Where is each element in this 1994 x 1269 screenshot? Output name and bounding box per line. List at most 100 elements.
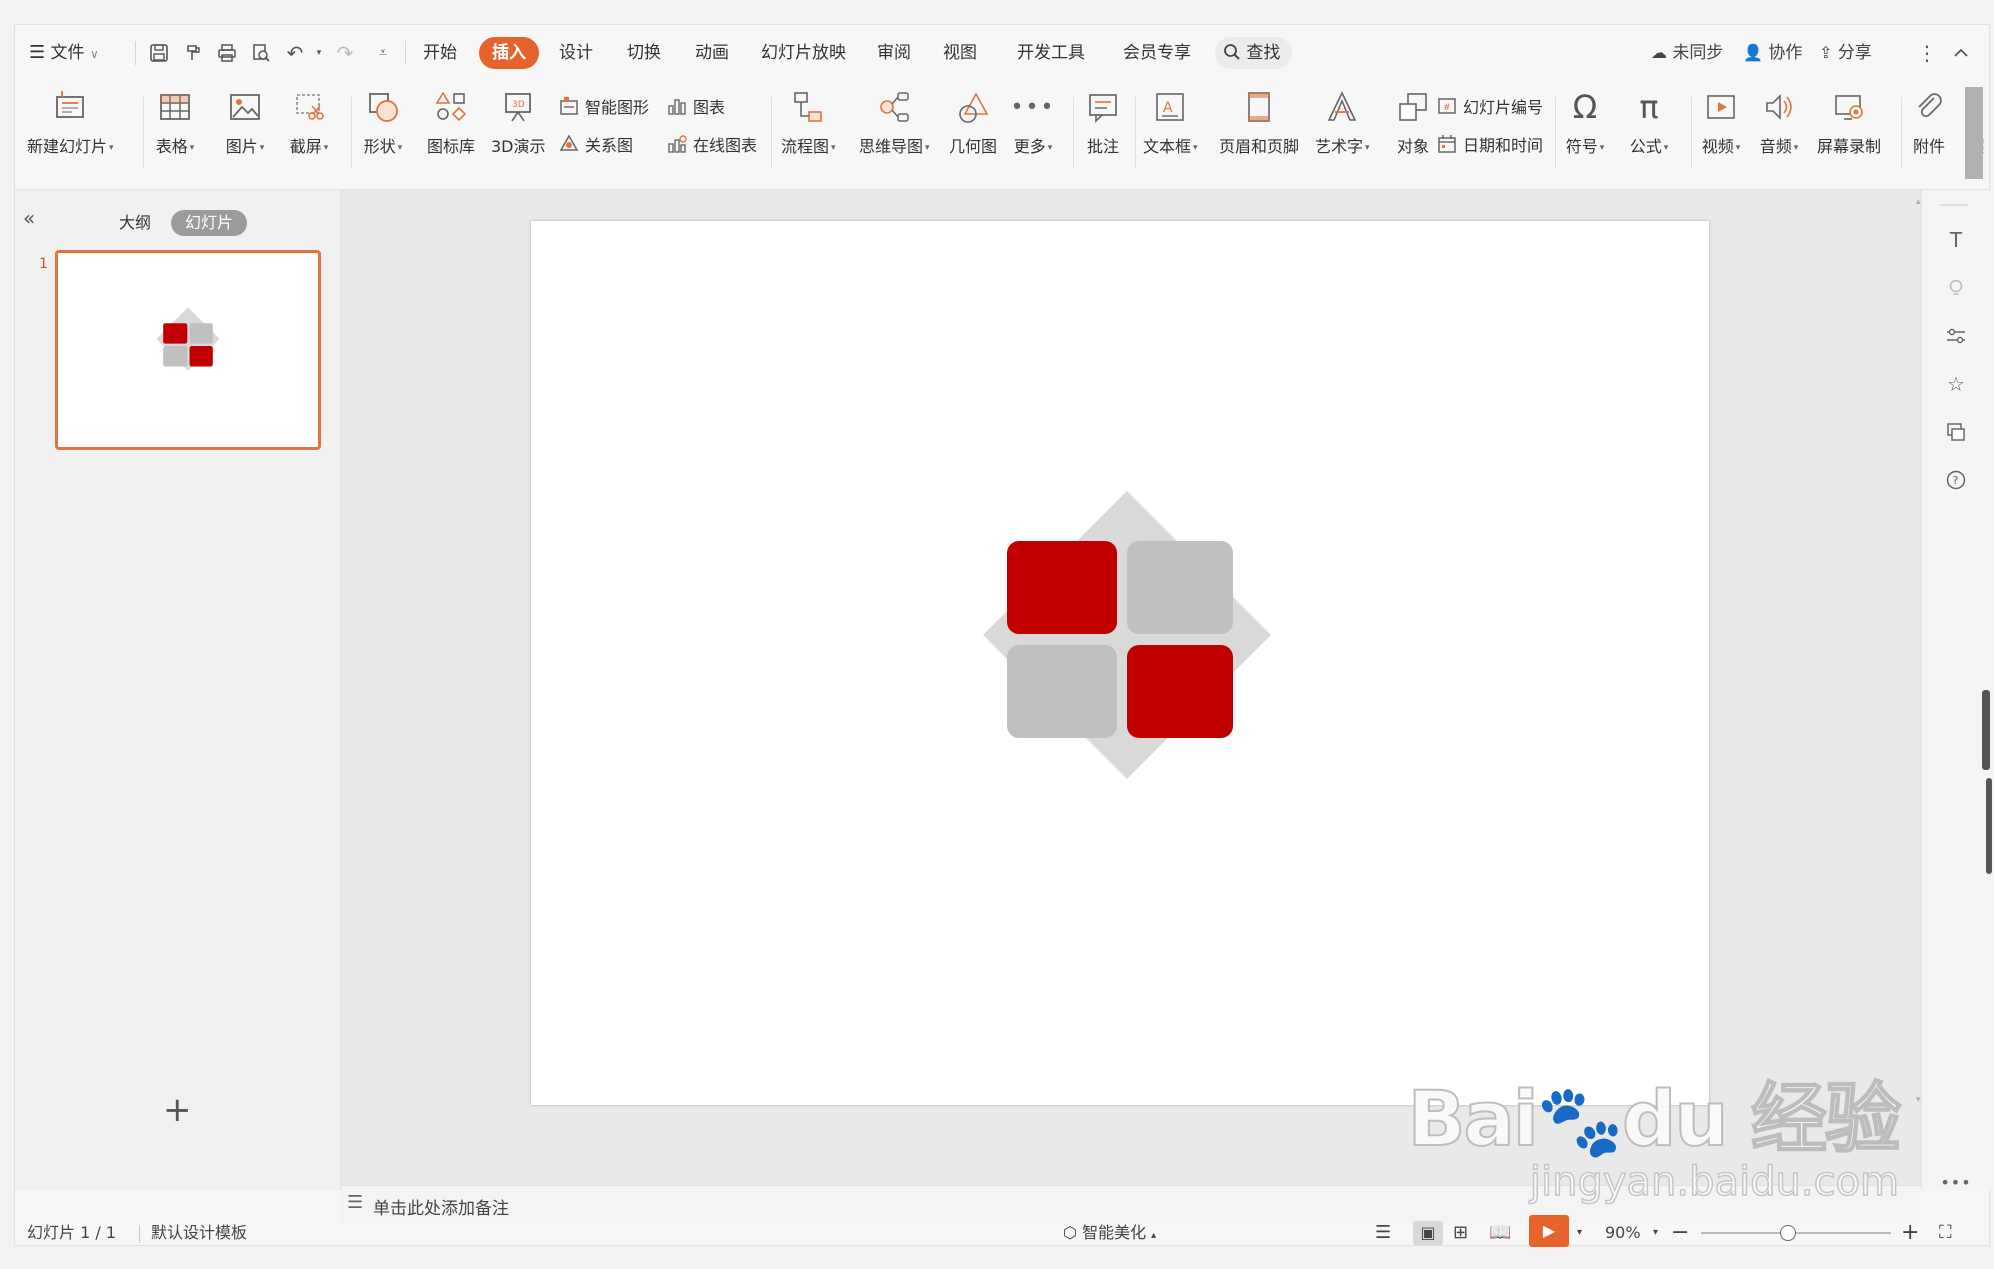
print-preview-icon[interactable]: [247, 39, 275, 67]
zoom-out-icon[interactable]: −: [1671, 1221, 1689, 1245]
tab-review[interactable]: 审阅: [877, 37, 911, 69]
zoom-slider[interactable]: [1701, 1225, 1891, 1241]
rail-more-icon[interactable]: •••: [1940, 1168, 1970, 1196]
attachment-button[interactable]: 附件: [1907, 85, 1951, 175]
tab-outline[interactable]: 大纲: [119, 210, 151, 236]
formula-button[interactable]: π 公式 ▾: [1627, 85, 1671, 175]
more-button[interactable]: ••• 更多 ▾: [1011, 85, 1055, 175]
sync-status-button[interactable]: ☁ 未同步: [1651, 37, 1723, 69]
wordart-button[interactable]: 艺术字 ▾: [1315, 85, 1370, 175]
slide-1[interactable]: [531, 221, 1709, 1105]
notes-toggle-icon[interactable]: ☰: [1375, 1221, 1391, 1245]
online-chart-button[interactable]: 在线图表: [665, 129, 757, 159]
audio-button[interactable]: 音频 ▾: [1757, 85, 1801, 175]
watermark: Bai🐾du 经验 jingyan.baidu.com: [1407, 1057, 1902, 1206]
zoom-in-icon[interactable]: +: [1901, 1221, 1919, 1245]
tab-animations[interactable]: 动画: [695, 37, 729, 69]
smart-graphic-button[interactable]: 智能图形: [557, 91, 649, 121]
tab-insert[interactable]: 插入: [479, 37, 539, 69]
geometry-icon: [951, 85, 995, 129]
icon-library-icon: [429, 85, 473, 129]
comment-button[interactable]: 批注: [1081, 85, 1125, 175]
side-handle[interactable]: [1982, 690, 1990, 770]
ribbon-scroll-right[interactable]: [1965, 87, 1983, 179]
online-chart-icon: [665, 132, 689, 156]
slide-number-icon: #: [1435, 94, 1459, 118]
divider: [405, 41, 406, 65]
redo-icon[interactable]: ↷: [331, 39, 359, 67]
format-painter-icon[interactable]: [179, 39, 207, 67]
tab-developer[interactable]: 开发工具: [1017, 37, 1085, 69]
template-name[interactable]: 默认设计模板: [151, 1221, 247, 1245]
bulb-icon[interactable]: [1942, 274, 1970, 302]
help-icon[interactable]: ?: [1942, 466, 1970, 494]
relation-diagram-button[interactable]: 关系图: [557, 129, 633, 159]
slide-number-button[interactable]: # 幻灯片编号: [1435, 91, 1543, 121]
speaker-icon: [1757, 85, 1801, 129]
omega-icon: Ω: [1572, 88, 1598, 126]
share-button[interactable]: ⇪ 分享: [1819, 37, 1872, 69]
add-slide-button[interactable]: +: [163, 1090, 192, 1130]
video-button[interactable]: 视频 ▾: [1699, 85, 1743, 175]
app-window: ☰ 文件 ∨ ↶ ▾ ↷ ⩡ 开始 插入 设计 切换 动画 幻灯片放映 审阅 视…: [14, 24, 1992, 1247]
tab-member[interactable]: 会员专享: [1123, 37, 1191, 69]
picture-button[interactable]: 图片 ▾: [223, 85, 267, 175]
shape-button[interactable]: 形状 ▾: [361, 85, 405, 175]
zoom-level[interactable]: 90%: [1605, 1221, 1641, 1245]
ribbon-insert: 新建幻灯片 ▾ 表格 ▾ 图片 ▾ 截屏 ▾ 形状 ▾ 图标库 3D 3D演示 …: [15, 81, 1989, 190]
slide-canvas-area: [341, 190, 1921, 1190]
new-slide-icon: [48, 85, 92, 129]
textbox-button[interactable]: A 文本框 ▾: [1143, 85, 1198, 175]
3d-demo-button[interactable]: 3D 3D演示: [491, 85, 546, 175]
tab-slideshow[interactable]: 幻灯片放映: [761, 37, 846, 69]
new-slide-button[interactable]: 新建幻灯片 ▾: [27, 85, 114, 175]
tab-design[interactable]: 设计: [559, 37, 593, 69]
square-top-left: [1007, 541, 1117, 634]
zoom-slider-thumb[interactable]: [1779, 1225, 1796, 1241]
print-icon[interactable]: [213, 39, 241, 67]
slide-thumbnail-1[interactable]: [55, 250, 321, 450]
adjust-icon[interactable]: [1942, 322, 1970, 350]
save-icon[interactable]: [145, 39, 173, 67]
icon-library-button[interactable]: 图标库: [427, 85, 475, 175]
more-vertical-icon[interactable]: ⋮: [1913, 39, 1941, 67]
play-slideshow-button[interactable]: ▶: [1529, 1215, 1569, 1247]
collapse-ribbon-icon[interactable]: [1947, 39, 1975, 67]
collaborate-button[interactable]: 👤 协作: [1743, 37, 1802, 69]
shape-icon: [361, 85, 405, 129]
screenshot-button[interactable]: 截屏 ▾: [287, 85, 331, 175]
transition-icon[interactable]: [1942, 418, 1970, 446]
fit-window-icon[interactable]: ⛶: [1939, 1221, 1952, 1245]
chart-button[interactable]: 图表: [665, 91, 725, 121]
tab-view[interactable]: 视图: [943, 37, 977, 69]
user-add-icon: 👤: [1743, 43, 1763, 62]
flowchart-button[interactable]: 流程图 ▾: [781, 85, 836, 175]
file-menu-button[interactable]: ☰ 文件 ∨: [29, 37, 99, 69]
customize-toolbar-icon[interactable]: ⩡: [369, 39, 397, 67]
star-icon[interactable]: ☆: [1942, 370, 1970, 398]
paperclip-icon: [1907, 85, 1951, 129]
text-format-icon[interactable]: T: [1942, 226, 1970, 254]
header-footer-button[interactable]: 页眉和页脚: [1219, 85, 1299, 175]
play-dropdown-icon[interactable]: ▾: [1577, 1221, 1582, 1245]
tab-home[interactable]: 开始: [423, 37, 457, 69]
date-time-button[interactable]: 日期和时间: [1435, 129, 1543, 159]
side-handle-2[interactable]: [1986, 778, 1992, 874]
table-button[interactable]: 表格 ▾: [153, 85, 197, 175]
mindmap-button[interactable]: 思维导图 ▾: [859, 85, 930, 175]
screen-record-button[interactable]: 屏幕录制: [1817, 85, 1881, 175]
geometry-button[interactable]: 几何图: [949, 85, 997, 175]
normal-view-icon[interactable]: ▣: [1413, 1221, 1443, 1245]
reading-view-icon[interactable]: 📖: [1489, 1221, 1511, 1245]
tab-transitions[interactable]: 切换: [627, 37, 661, 69]
tab-slides[interactable]: 幻灯片: [171, 210, 248, 236]
mindmap-icon: [872, 85, 916, 129]
undo-dropdown-icon[interactable]: ▾: [305, 39, 333, 67]
slide-sorter-icon[interactable]: ⊞: [1453, 1221, 1468, 1245]
symbol-button[interactable]: Ω 符号 ▾: [1563, 85, 1607, 175]
object-button[interactable]: 对象: [1391, 85, 1435, 175]
smart-beautify-button[interactable]: ⬡ 智能美化 ▴: [1063, 1221, 1156, 1245]
comment-icon: [1081, 85, 1125, 129]
search-button[interactable]: 查找: [1215, 37, 1293, 69]
collapse-panel-icon[interactable]: «: [23, 206, 35, 230]
